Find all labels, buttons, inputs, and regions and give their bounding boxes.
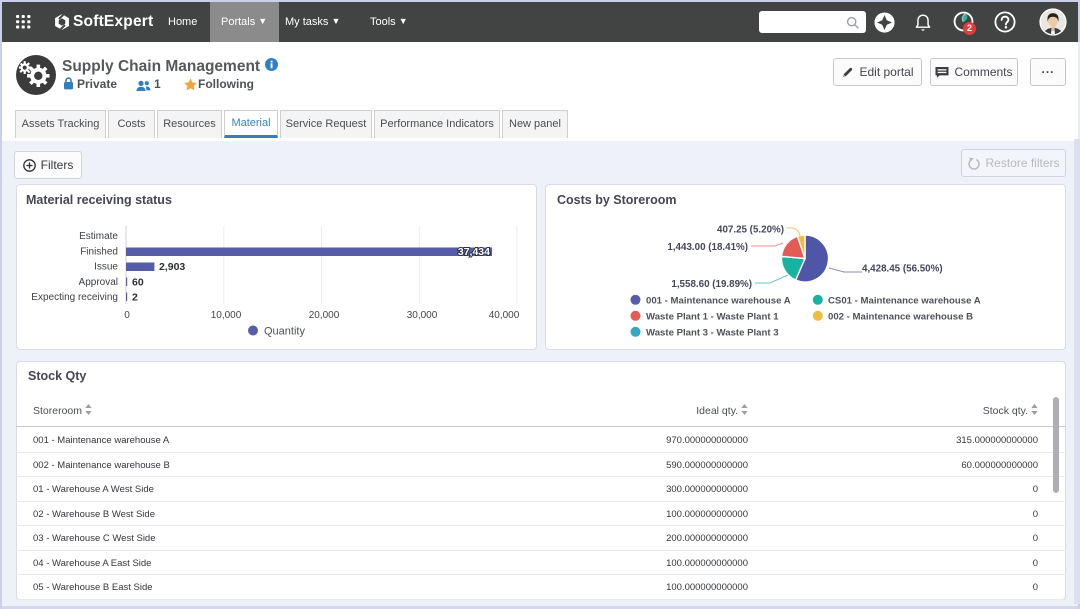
svg-text:40,000: 40,000 [489, 310, 520, 321]
svg-text:Quantity: Quantity [264, 326, 305, 338]
svg-text:Finished: Finished [80, 247, 118, 258]
svg-text:Issue: Issue [94, 262, 118, 273]
svg-text:407.25 (5.20%): 407.25 (5.20%) [717, 225, 784, 236]
svg-text:37,434: 37,434 [458, 246, 490, 258]
svg-text:10,000: 10,000 [211, 310, 242, 321]
svg-text:2,903: 2,903 [159, 261, 185, 273]
svg-text:CS01 - Maintenance warehouse A: CS01 - Maintenance warehouse A [828, 296, 981, 307]
svg-text:Expecting receiving: Expecting receiving [31, 292, 118, 303]
svg-text:4,428.45 (56.50%): 4,428.45 (56.50%) [862, 264, 943, 275]
svg-text:60: 60 [132, 277, 144, 289]
svg-text:1,558.60 (19.89%): 1,558.60 (19.89%) [671, 279, 752, 290]
svg-text:Approval: Approval [79, 277, 118, 288]
svg-text:1,443.00 (18.41%): 1,443.00 (18.41%) [667, 242, 748, 253]
svg-text:002 - Maintenance warehouse B: 002 - Maintenance warehouse B [828, 312, 973, 323]
svg-text:0: 0 [124, 310, 130, 321]
svg-text:Waste Plant 3 - Waste Plant 3: Waste Plant 3 - Waste Plant 3 [646, 328, 779, 339]
svg-text:2: 2 [132, 292, 138, 304]
svg-text:30,000: 30,000 [407, 310, 438, 321]
svg-text:Waste Plant 1 - Waste Plant 1: Waste Plant 1 - Waste Plant 1 [646, 312, 779, 323]
svg-text:20,000: 20,000 [309, 310, 340, 321]
svg-text:Estimate: Estimate [79, 231, 118, 242]
svg-text:001 - Maintenance warehouse A: 001 - Maintenance warehouse A [646, 296, 791, 307]
